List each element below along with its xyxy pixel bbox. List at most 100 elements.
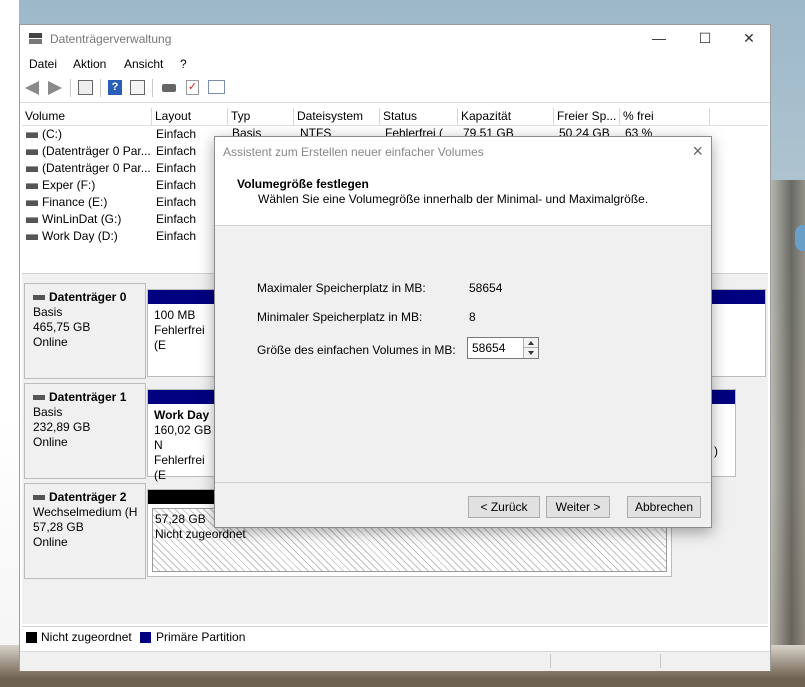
volume-name: (C:) [42, 127, 62, 141]
properties-icon[interactable] [78, 80, 93, 95]
menu-bar: Datei Aktion Ansicht ? [20, 53, 770, 75]
drive-icon [26, 200, 38, 206]
primary-partition-bar [148, 290, 216, 304]
stepper-down-icon[interactable] [523, 348, 538, 358]
disk0-label[interactable]: Datenträger 0 Basis 465,75 GB Online [24, 283, 146, 379]
volume-layout: Einfach [156, 127, 197, 141]
max-size-value: 58654 [469, 281, 503, 295]
maximize-button[interactable]: ☐ [682, 25, 728, 53]
disk-size: 57,28 GB [33, 520, 84, 534]
disk1-partition-right[interactable]: ) [711, 389, 736, 477]
help-icon[interactable]: ? [108, 80, 122, 95]
volume-name: (Datenträger 0 Par... [42, 144, 151, 158]
volume-size-stepper[interactable] [467, 337, 539, 359]
menu-ansicht[interactable]: Ansicht [124, 57, 163, 71]
partition-status: Fehlerfrei (E [154, 323, 205, 352]
volume-name: Exper (F:) [42, 178, 96, 192]
legend: Nicht zugeordnet Primäre Partition [22, 626, 768, 647]
desktop-wallpaper-balloon [795, 225, 805, 251]
col-prozent-frei[interactable]: % frei [620, 108, 710, 125]
volume-layout: Einfach [156, 229, 197, 243]
disk-icon [33, 495, 45, 500]
dialog-title: Assistent zum Erstellen neuer einfacher … [223, 145, 484, 159]
legend-primary-label: Primäre Partition [156, 630, 246, 644]
desktop-background [0, 0, 19, 687]
disk-type: Wechselmedium (H [33, 505, 138, 519]
table-row[interactable]: (Datenträger 0 Par... Einfach [22, 143, 202, 160]
menu-help[interactable]: ? [180, 57, 187, 71]
status-bar [20, 651, 770, 671]
disk1-label[interactable]: Datenträger 1 Basis 232,89 GB Online [24, 383, 146, 479]
disk-size: 232,89 GB [33, 420, 91, 434]
dialog-header: Volumegröße festlegen Wählen Sie eine Vo… [215, 167, 711, 226]
menu-datei[interactable]: Datei [29, 57, 57, 71]
col-layout[interactable]: Layout [152, 108, 228, 125]
volume-size-input[interactable] [468, 338, 524, 358]
disk0-partition[interactable]: 100 MB Fehlerfrei (E [147, 289, 217, 377]
menu-aktion[interactable]: Aktion [73, 57, 106, 71]
title-bar[interactable]: Datenträgerverwaltung — ☐ ✕ [20, 25, 770, 53]
disk-name: Datenträger 2 [49, 490, 127, 504]
drive-icon [26, 132, 38, 138]
table-row[interactable]: Work Day (D:) Einfach [22, 228, 202, 245]
desktop-wallpaper-tower [771, 180, 805, 687]
table-row[interactable]: Finance (E:) Einfach [22, 194, 202, 211]
volume-size-label: Größe des einfachen Volumes in MB: [257, 343, 456, 357]
dialog-heading: Volumegröße festlegen [237, 177, 369, 191]
next-button[interactable]: Weiter > [546, 496, 610, 518]
disk1-partition[interactable]: Work Day 160,02 GB N Fehlerfrei (E [147, 389, 217, 482]
volume-layout: Einfach [156, 144, 197, 158]
volume-table-header: Volume Layout Typ Dateisystem Status Kap… [22, 108, 768, 126]
back-arrow-icon[interactable] [25, 81, 39, 95]
disk2-label[interactable]: Datenträger 2 Wechselmedium (H 57,28 GB … [24, 483, 146, 579]
max-size-label: Maximaler Speicherplatz in MB: [257, 281, 426, 295]
col-dateisystem[interactable]: Dateisystem [294, 108, 380, 125]
col-status[interactable]: Status [380, 108, 458, 125]
disk-type: Basis [33, 405, 63, 419]
stepper-up-icon[interactable] [523, 338, 538, 348]
disk-name: Datenträger 1 [49, 390, 127, 404]
table-row[interactable]: (C:) Einfach [22, 126, 202, 143]
col-volume[interactable]: Volume [22, 108, 152, 125]
disk-icon [33, 295, 45, 300]
check-icon[interactable]: ✓ [186, 80, 199, 95]
disk-icon [33, 395, 45, 400]
partition-text-tail: ) [714, 444, 718, 458]
col-typ[interactable]: Typ [228, 108, 294, 125]
cancel-button[interactable]: Abbrechen [627, 496, 701, 518]
drive-icon [26, 234, 38, 240]
drive-icon [26, 149, 38, 155]
volume-layout: Einfach [156, 178, 197, 192]
list-icon[interactable] [208, 80, 225, 94]
dialog-divider [215, 482, 711, 483]
disk-state: Online [33, 535, 68, 549]
table-row[interactable]: (Datenträger 0 Par... Einfach [22, 160, 202, 177]
volume-layout: Einfach [156, 195, 197, 209]
disk-name: Datenträger 0 [49, 290, 127, 304]
primary-partition-bar [148, 390, 216, 404]
minimize-button[interactable]: — [636, 25, 682, 53]
volume-name: (Datenträger 0 Par... [42, 161, 151, 175]
col-kapazitaet[interactable]: Kapazität [458, 108, 554, 125]
volume-layout: Einfach [156, 212, 197, 226]
table-row[interactable]: Exper (F:) Einfach [22, 177, 202, 194]
toolbar: ? ✓ [20, 75, 770, 103]
console-icon[interactable] [130, 80, 145, 95]
primary-partition-bar [712, 390, 735, 404]
dialog-title-bar[interactable]: Assistent zum Erstellen neuer einfacher … [215, 137, 711, 167]
forward-arrow-icon[interactable] [48, 81, 62, 95]
new-simple-volume-wizard: Assistent zum Erstellen neuer einfacher … [214, 136, 712, 528]
table-row[interactable]: WinLinDat (G:) Einfach [22, 211, 202, 228]
drive-icon [26, 183, 38, 189]
col-freier-speicher[interactable]: Freier Sp... [554, 108, 620, 125]
close-button[interactable]: ✕ [726, 25, 772, 53]
disk-size: 465,75 GB [33, 320, 91, 334]
legend-unallocated-swatch [26, 632, 37, 643]
partition-name: Work Day [154, 408, 210, 422]
dialog-close-icon[interactable]: × [692, 141, 703, 162]
volume-name: Finance (E:) [42, 195, 108, 209]
back-button[interactable]: < Zurück [468, 496, 540, 518]
primary-partition-bar [712, 290, 765, 304]
disk0-partition-right[interactable] [711, 289, 766, 377]
connect-icon[interactable] [162, 84, 176, 92]
